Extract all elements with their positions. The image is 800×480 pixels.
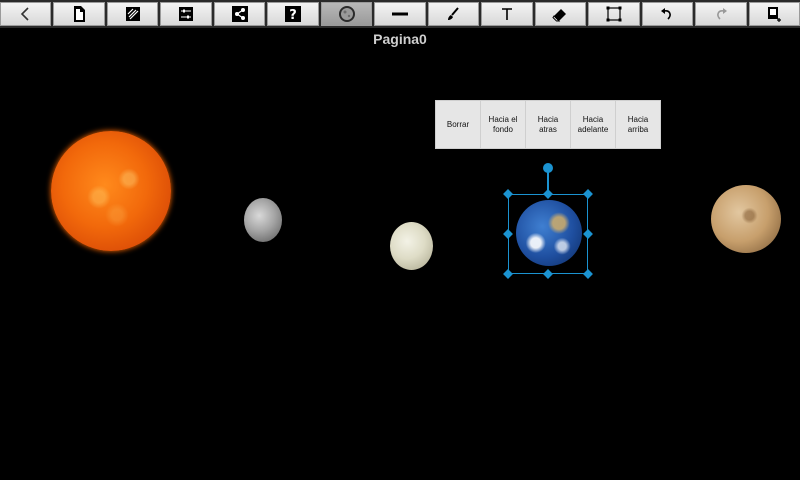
help-label: ? (289, 8, 297, 23)
add-page-icon (768, 7, 782, 22)
mercury-image[interactable] (244, 198, 282, 242)
line-icon (392, 12, 409, 16)
eraser-tool-button[interactable] (534, 2, 587, 26)
eraser-icon (552, 9, 567, 22)
sliders-icon (179, 7, 194, 21)
text-tool-button[interactable] (481, 2, 533, 26)
paste-icon (125, 7, 140, 21)
context-menu: Borrar Hacia el fondo Hacia atras Hacia … (435, 100, 661, 149)
line-tool-button[interactable] (374, 2, 426, 26)
send-to-back-menu-item[interactable]: Hacia el fondo (481, 101, 526, 148)
undo-button[interactable] (641, 2, 694, 26)
moon-image-icon (338, 6, 355, 22)
rotate-handle[interactable] (543, 163, 553, 173)
resize-handle-bottom-right[interactable] (583, 269, 593, 279)
brush-tool-button[interactable] (427, 2, 480, 26)
redo-button[interactable] (695, 2, 747, 26)
text-icon (501, 8, 512, 20)
selection-box-icon (606, 6, 622, 22)
mars-image[interactable] (711, 185, 781, 253)
question-icon: ? (285, 6, 302, 23)
clipboard-button[interactable] (106, 2, 159, 26)
toolbar: ? (0, 0, 800, 28)
select-tool-button[interactable] (588, 2, 640, 26)
redo-icon (716, 8, 727, 20)
page-title: Pagina0 (373, 31, 427, 47)
delete-menu-item[interactable]: Borrar (436, 101, 481, 148)
undo-icon (661, 8, 672, 20)
bring-to-front-menu-item[interactable]: Hacia arriba (616, 101, 660, 148)
document-icon (74, 6, 86, 22)
settings-button[interactable] (160, 2, 212, 26)
new-page-button[interactable] (53, 2, 105, 26)
send-backward-menu-item[interactable]: Hacia atras (526, 101, 571, 148)
add-page-button[interactable] (748, 2, 800, 26)
selection-box (508, 194, 588, 274)
help-button[interactable]: ? (267, 2, 319, 26)
back-button[interactable] (0, 2, 52, 26)
share-button[interactable] (213, 2, 266, 26)
sun-image[interactable] (51, 131, 171, 251)
image-tool-button[interactable] (320, 2, 373, 26)
venus-image[interactable] (390, 222, 433, 270)
brush-icon (448, 7, 460, 20)
bring-forward-menu-item[interactable]: Hacia adelante (571, 101, 616, 148)
share-icon (231, 6, 248, 22)
chevron-left-icon (20, 7, 29, 21)
